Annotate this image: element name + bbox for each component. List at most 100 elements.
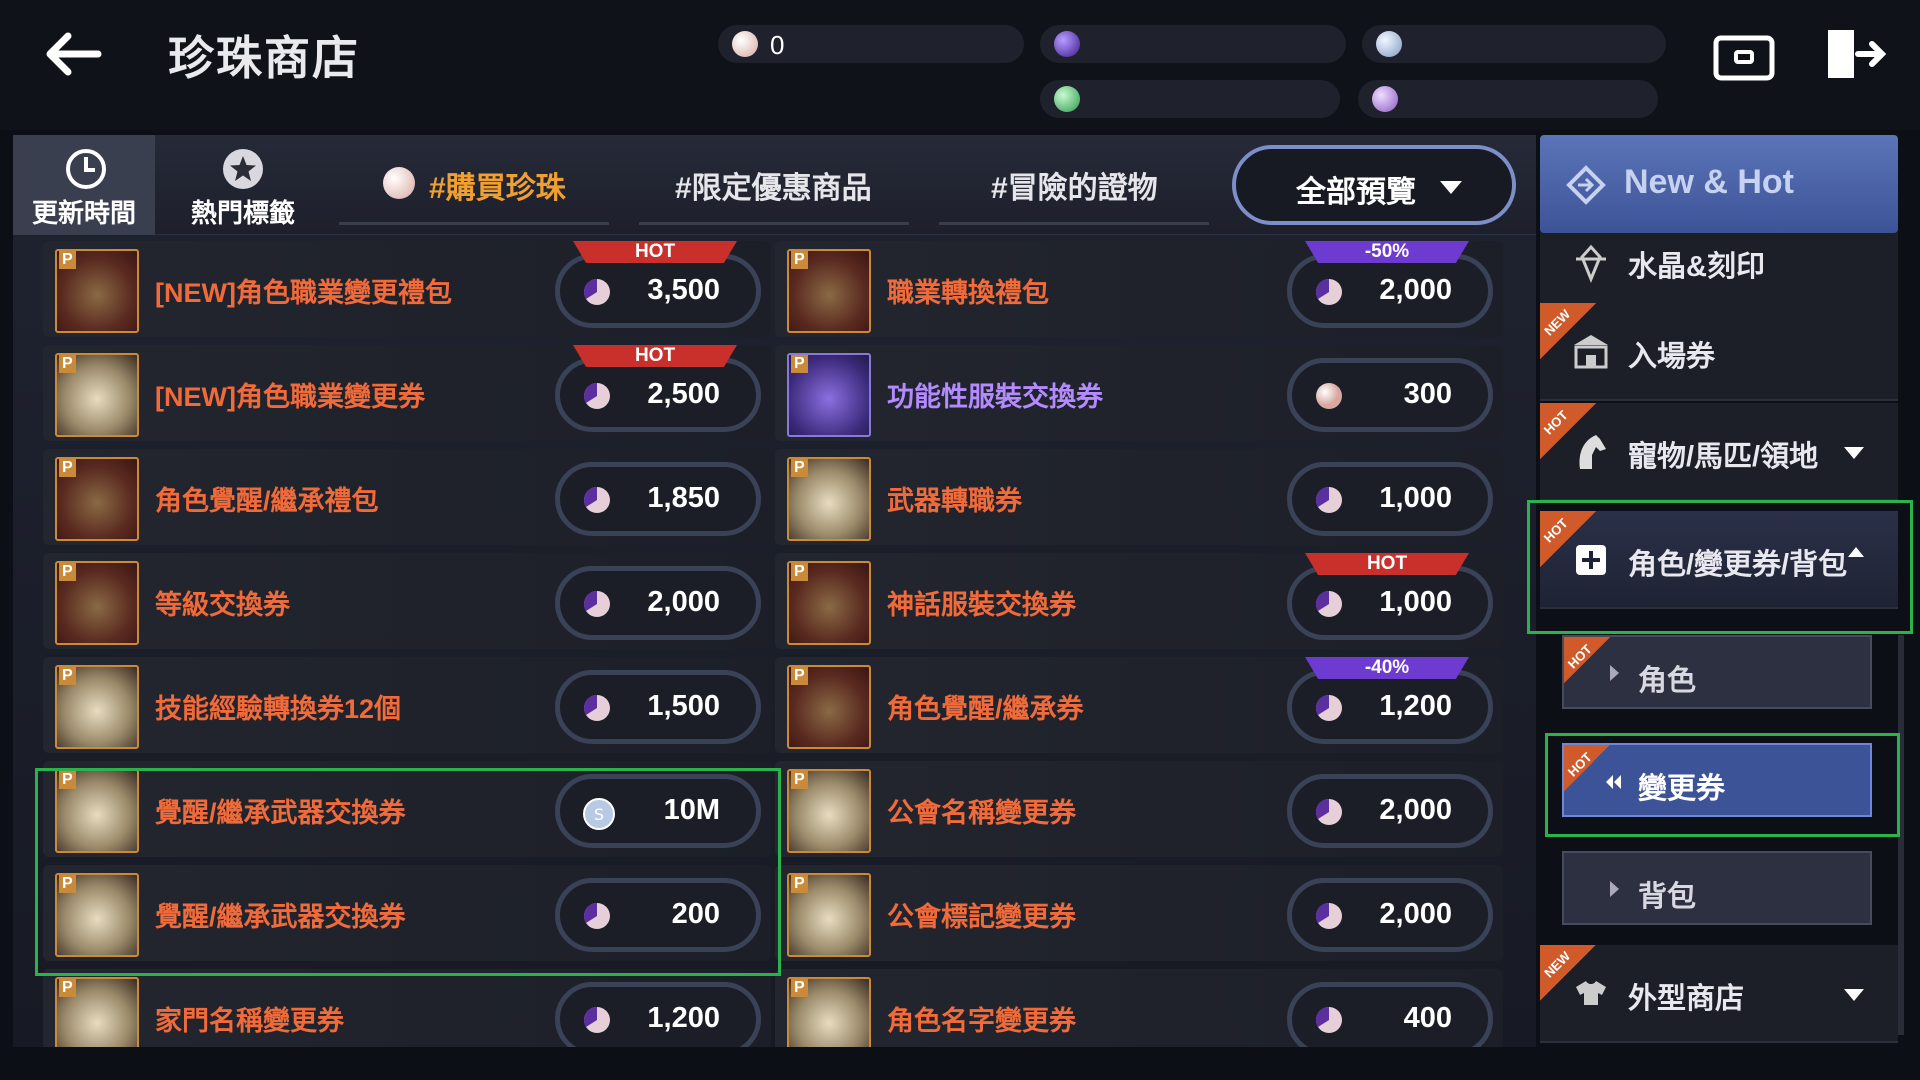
- purple-orb-icon: [1054, 31, 1080, 57]
- sidebar-item-tickets[interactable]: NEW 入場券: [1540, 303, 1898, 401]
- item-name: 神話服裝交換券: [887, 590, 1076, 620]
- premium-p-badge: P: [791, 355, 808, 373]
- shop-item[interactable]: P 家門名稱變更券 1,200: [43, 969, 771, 1047]
- sidebar-sub-backpack[interactable]: 背包: [1562, 851, 1872, 925]
- sidebar-sub-change-ticket-label: 變更券: [1638, 773, 1726, 805]
- price-button[interactable]: 400: [1287, 982, 1493, 1047]
- shop-item[interactable]: P 功能性服裝交換券 300: [775, 345, 1503, 441]
- item-thumbnail: P: [55, 665, 139, 749]
- shop-building-icon: [1574, 335, 1608, 369]
- shop-item[interactable]: P 角色覺醒/繼承禮包 1,850: [43, 449, 771, 545]
- shop-item[interactable]: P 公會名稱變更券 2,000: [775, 761, 1503, 857]
- item-price: 1,200: [1379, 690, 1452, 722]
- pearl-icon: [582, 589, 612, 619]
- tab-update-time[interactable]: 更新時間: [13, 135, 155, 235]
- sidebar-new-hot-label: New & Hot: [1624, 163, 1794, 201]
- sidebar-item-appearance-shop[interactable]: NEW 外型商店: [1540, 945, 1898, 1043]
- currency-green-m: [1040, 80, 1340, 118]
- silver-coin-icon: S: [582, 797, 615, 830]
- price-button[interactable]: 1,200: [555, 982, 761, 1047]
- shop-item[interactable]: P 等級交換券 2,000: [43, 553, 771, 649]
- item-name: 覺醒/繼承武器交換券: [155, 902, 406, 932]
- pearl-icon: [1314, 797, 1344, 827]
- price-button[interactable]: 1,000: [1287, 566, 1493, 640]
- discount-badge: -40%: [1305, 657, 1469, 679]
- item-thumbnail: P: [787, 873, 871, 957]
- price-button[interactable]: S 10M: [555, 774, 761, 848]
- shop-item[interactable]: P 覺醒/繼承武器交換券 S 10M: [43, 761, 771, 857]
- pearl-icon: [732, 31, 758, 57]
- item-thumbnail: P: [55, 873, 139, 957]
- price-button[interactable]: 2,000: [1287, 774, 1493, 848]
- pearl-icon: [582, 277, 612, 307]
- shop-item[interactable]: P 角色覺醒/繼承券 1,200 -40%: [775, 657, 1503, 753]
- shop-item[interactable]: P 神話服裝交換券 1,000 HOT: [775, 553, 1503, 649]
- view-all-dropdown[interactable]: 全部預覽: [1232, 145, 1516, 225]
- price-button[interactable]: 2,000: [1287, 878, 1493, 952]
- shop-item[interactable]: P 覺醒/繼承武器交換券 200: [43, 865, 771, 961]
- tab-limited-offers-label: #限定優惠商品: [675, 172, 872, 205]
- sidebar-item-crystal[interactable]: 水晶&刻印: [1540, 225, 1898, 305]
- shop-item[interactable]: P 職業轉換禮包 2,000 -50%: [775, 241, 1503, 337]
- shop-item[interactable]: P 武器轉職券 1,000: [775, 449, 1503, 545]
- sidebar-item-character-tickets[interactable]: HOT 角色/變更券/背包: [1540, 511, 1898, 609]
- pearl-icon: [1314, 693, 1344, 723]
- tab-hot-tags[interactable]: 熱門標籤: [173, 135, 313, 235]
- price-button[interactable]: 3,500: [555, 254, 761, 328]
- item-name: 角色名字變更券: [887, 1006, 1076, 1036]
- item-price: 300: [1403, 378, 1452, 410]
- double-chevron-left-icon: [1606, 775, 1621, 789]
- green-m-coin-icon: [1054, 86, 1080, 112]
- tab-adventure-proof[interactable]: #冒險的證物: [939, 135, 1209, 225]
- item-thumbnail: P: [55, 249, 139, 333]
- sidebar-item-character-tickets-label: 角色/變更券/背包: [1628, 549, 1848, 581]
- price-button[interactable]: 2,000: [1287, 254, 1493, 328]
- item-thumbnail: P: [55, 457, 139, 541]
- tab-buy-pearls[interactable]: #購買珍珠: [339, 135, 609, 225]
- shop-item[interactable]: P [NEW]角色職業變更禮包 3,500 HOT: [43, 241, 771, 337]
- price-button[interactable]: 1,200: [1287, 670, 1493, 744]
- premium-p-badge: P: [791, 251, 808, 269]
- item-name: 技能經驗轉換券12個: [155, 694, 402, 724]
- svg-text:S: S: [594, 805, 604, 824]
- item-price: 2,000: [1379, 898, 1452, 930]
- sidebar-new-hot[interactable]: New & Hot: [1540, 135, 1898, 233]
- shop-item[interactable]: P 公會標記變更券 2,000: [775, 865, 1503, 961]
- price-button[interactable]: 2,500: [555, 358, 761, 432]
- sidebar-item-pets[interactable]: HOT 寵物/馬匹/領地: [1540, 403, 1898, 501]
- price-button[interactable]: 300: [1287, 358, 1493, 432]
- item-price: 10M: [663, 794, 720, 826]
- exit-door-icon[interactable]: [1820, 24, 1888, 84]
- sidebar-sub-character[interactable]: HOT 角色: [1562, 635, 1872, 709]
- back-arrow-icon[interactable]: [38, 24, 110, 84]
- shop-item[interactable]: P [NEW]角色職業變更券 2,500 HOT: [43, 345, 771, 441]
- price-button[interactable]: 1,500: [555, 670, 761, 744]
- item-thumbnail: P: [787, 561, 871, 645]
- price-button[interactable]: 1,850: [555, 462, 761, 536]
- item-name: 功能性服裝交換券: [887, 382, 1103, 412]
- price-button[interactable]: 2,000: [555, 566, 761, 640]
- storage-box-icon[interactable]: [1710, 24, 1778, 84]
- tab-underline: [339, 222, 609, 225]
- clock-icon: [66, 149, 106, 189]
- hot-badge: HOT: [573, 241, 737, 263]
- item-thumbnail: P: [55, 561, 139, 645]
- item-grid: P [NEW]角色職業變更禮包 3,500 HOT P 職業轉換禮包 2,000 -50% P […: [13, 235, 1536, 1047]
- pearl-icon: [582, 485, 612, 515]
- tab-underline: [939, 222, 1209, 225]
- chevron-right-icon: [1610, 665, 1619, 681]
- tab-adventure-proof-label: #冒險的證物: [991, 172, 1158, 205]
- sidebar-sub-change-ticket[interactable]: HOT 變更券: [1562, 743, 1872, 817]
- premium-p-badge: P: [791, 667, 808, 685]
- shop-item[interactable]: P 技能經驗轉換券12個 1,500: [43, 657, 771, 753]
- sidebar-scrollbar[interactable]: [1898, 635, 1904, 1035]
- price-button[interactable]: 1,000: [1287, 462, 1493, 536]
- tab-limited-offers[interactable]: #限定優惠商品: [639, 135, 909, 225]
- shop-item[interactable]: P 角色名字變更券 400: [775, 969, 1503, 1047]
- crystal-icon: [1576, 244, 1606, 283]
- sidebar-sub-backpack-label: 背包: [1638, 881, 1697, 913]
- item-price: 2,000: [1379, 274, 1452, 306]
- price-button[interactable]: 200: [555, 878, 761, 952]
- tab-row: 更新時間 熱門標籤 #購買珍珠 #限定優惠商品 #冒險的證物 全部預覽: [13, 135, 1536, 235]
- item-name: 家門名稱變更券: [155, 1006, 344, 1036]
